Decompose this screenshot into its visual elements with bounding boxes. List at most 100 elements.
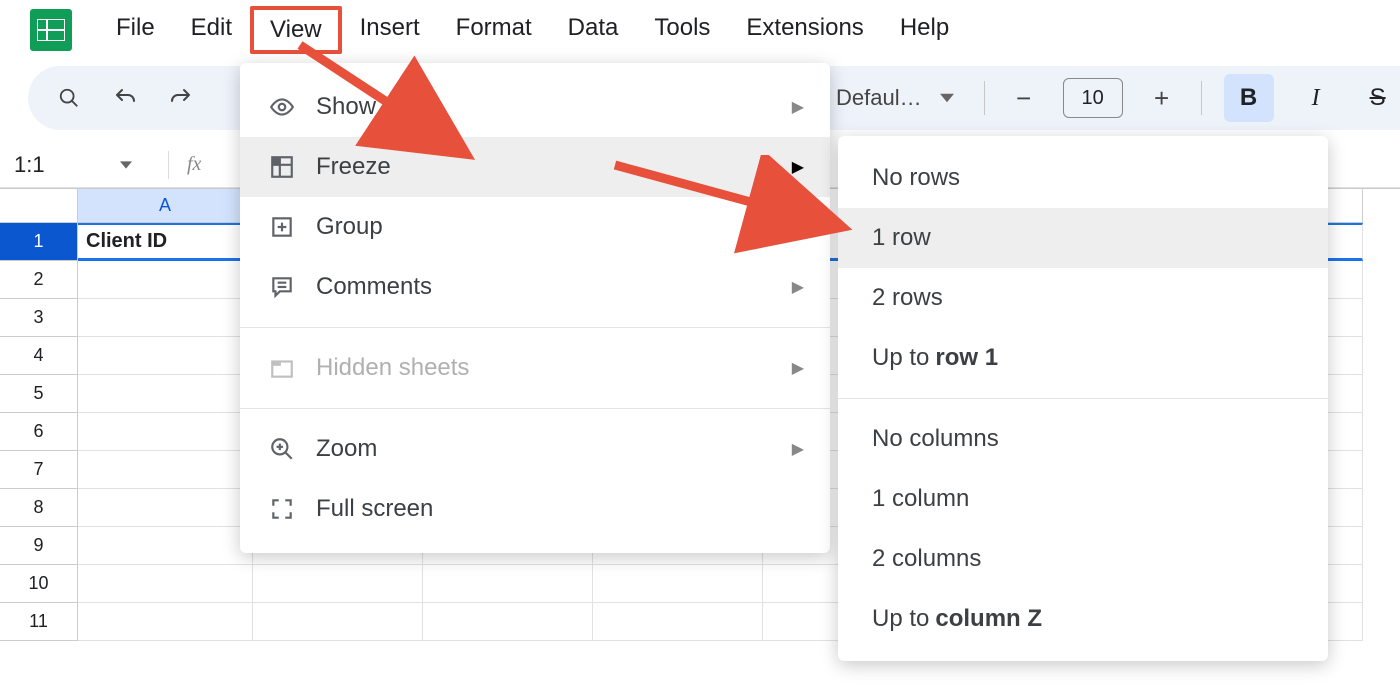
view-menu-dropdown: Show▶Freeze▶Group▶Comments▶Hidden sheets… xyxy=(240,63,830,553)
cell[interactable] xyxy=(78,565,253,603)
cell[interactable] xyxy=(593,565,763,603)
menu-insert[interactable]: Insert xyxy=(342,6,438,54)
menu-item-label: Up to xyxy=(872,605,929,633)
row-header[interactable]: 10 xyxy=(0,565,78,603)
submenu-arrow-icon: ▶ xyxy=(792,157,804,177)
view-menu-show[interactable]: Show▶ xyxy=(240,77,830,137)
freeze-no-columns[interactable]: No columns xyxy=(838,409,1328,469)
menu-item-label: 2 rows xyxy=(872,284,943,312)
menu-item-label: Zoom xyxy=(316,435,377,463)
cell[interactable] xyxy=(78,299,253,337)
zoom-icon xyxy=(266,433,298,465)
menu-item-label: Show xyxy=(316,93,376,121)
eye-icon xyxy=(266,91,298,123)
strikethrough-button[interactable]: S xyxy=(1358,84,1398,112)
group-icon xyxy=(266,211,298,243)
sheets-app-icon[interactable] xyxy=(30,9,72,51)
cell[interactable] xyxy=(253,603,423,641)
font-size-decrease-button[interactable]: − xyxy=(1007,81,1041,115)
fx-label: fx xyxy=(187,153,201,176)
row-header[interactable]: 4 xyxy=(0,337,78,375)
fullscreen-icon xyxy=(266,493,298,525)
menu-view[interactable]: View xyxy=(250,6,342,54)
menu-format[interactable]: Format xyxy=(438,6,550,54)
row-header[interactable]: 3 xyxy=(0,299,78,337)
cell[interactable] xyxy=(78,603,253,641)
row-header[interactable]: 5 xyxy=(0,375,78,413)
font-family-select[interactable]: Defaul… xyxy=(828,85,962,111)
cell[interactable] xyxy=(78,527,253,565)
menubar: FileEditViewInsertFormatDataToolsExtensi… xyxy=(0,0,1400,60)
cell[interactable] xyxy=(78,451,253,489)
view-menu-zoom[interactable]: Zoom ▶ xyxy=(240,419,830,479)
search-button[interactable] xyxy=(52,81,86,115)
cell[interactable] xyxy=(593,603,763,641)
undo-button[interactable] xyxy=(108,81,142,115)
freeze-icon xyxy=(266,151,298,183)
cell[interactable] xyxy=(78,375,253,413)
menu-item-label-bold: row 1 xyxy=(935,344,998,372)
row-header[interactable]: 2 xyxy=(0,261,78,299)
select-all-corner[interactable] xyxy=(0,189,78,223)
cell[interactable]: Client ID xyxy=(78,223,253,261)
menu-item-label: Group xyxy=(316,213,383,241)
submenu-arrow-icon: ▶ xyxy=(792,439,804,459)
menu-item-label: No rows xyxy=(872,164,960,192)
freeze-1-row[interactable]: 1 row xyxy=(838,208,1328,268)
row-header[interactable]: 6 xyxy=(0,413,78,451)
italic-button[interactable]: I xyxy=(1296,85,1336,112)
freeze-2-columns[interactable]: 2 columns xyxy=(838,529,1328,589)
toolbar-separator xyxy=(1201,81,1202,115)
view-menu-group[interactable]: Group ▶ xyxy=(240,197,830,257)
font-size-input[interactable]: 10 xyxy=(1063,78,1123,118)
font-family-label: Defaul… xyxy=(836,85,922,111)
column-header[interactable]: A xyxy=(78,189,253,223)
sheets-grid-icon xyxy=(37,19,65,41)
separator xyxy=(168,151,169,179)
cell[interactable] xyxy=(78,489,253,527)
menu-separator xyxy=(838,398,1328,399)
cell[interactable] xyxy=(423,565,593,603)
view-menu-hidden-sheets: Hidden sheets▶ xyxy=(240,338,830,398)
menu-item-label: 2 columns xyxy=(872,545,981,573)
freeze-up-to-column-z[interactable]: Up to column Z xyxy=(838,589,1328,649)
cell[interactable] xyxy=(78,337,253,375)
font-size-increase-button[interactable]: + xyxy=(1145,81,1179,115)
cell[interactable] xyxy=(78,413,253,451)
menu-file[interactable]: File xyxy=(98,6,173,54)
font-size-value: 10 xyxy=(1081,87,1103,110)
row-header[interactable]: 9 xyxy=(0,527,78,565)
row-header[interactable]: 8 xyxy=(0,489,78,527)
toolbar-separator xyxy=(984,81,985,115)
name-box-value: 1:1 xyxy=(14,152,45,178)
redo-icon xyxy=(169,86,193,110)
cell[interactable] xyxy=(253,565,423,603)
freeze-1-column[interactable]: 1 column xyxy=(838,469,1328,529)
menu-data[interactable]: Data xyxy=(550,6,637,54)
undo-icon xyxy=(113,86,137,110)
cell[interactable] xyxy=(78,261,253,299)
name-box[interactable]: 1:1 xyxy=(0,152,150,178)
menu-item-label: Hidden sheets xyxy=(316,354,469,382)
row-header[interactable]: 1 xyxy=(0,223,78,261)
row-header[interactable]: 7 xyxy=(0,451,78,489)
submenu-arrow-icon: ▶ xyxy=(792,277,804,297)
submenu-arrow-icon: ▶ xyxy=(792,217,804,237)
menu-item-label-bold: column Z xyxy=(935,605,1042,633)
menu-item-label: 1 row xyxy=(872,224,931,252)
bold-button[interactable]: B xyxy=(1224,74,1274,122)
menu-help[interactable]: Help xyxy=(882,6,967,54)
menu-tools[interactable]: Tools xyxy=(636,6,728,54)
freeze-no-rows[interactable]: No rows xyxy=(838,148,1328,208)
view-menu-freeze[interactable]: Freeze▶ xyxy=(240,137,830,197)
cell[interactable] xyxy=(423,603,593,641)
view-menu-full-screen[interactable]: Full screen xyxy=(240,479,830,539)
menu-extensions[interactable]: Extensions xyxy=(728,6,881,54)
view-menu-comments[interactable]: Comments▶ xyxy=(240,257,830,317)
redo-button[interactable] xyxy=(164,81,198,115)
freeze-up-to-row-1[interactable]: Up to row 1 xyxy=(838,328,1328,388)
menu-edit[interactable]: Edit xyxy=(173,6,250,54)
menu-item-label: No columns xyxy=(872,425,999,453)
freeze-2-rows[interactable]: 2 rows xyxy=(838,268,1328,328)
row-header[interactable]: 11 xyxy=(0,603,78,641)
